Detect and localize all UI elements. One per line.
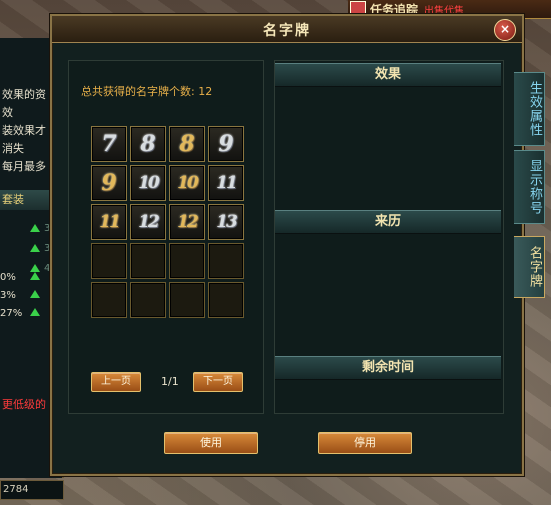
effect-section-header: 效果: [275, 63, 501, 87]
pagination: 上一页 1/1 下一页: [91, 372, 251, 392]
name-plate-slot[interactable]: 12: [130, 204, 166, 240]
name-plate-slot[interactable]: 7: [91, 126, 127, 162]
name-plate-slot[interactable]: 13: [208, 204, 244, 240]
stat-percent: 27%: [0, 308, 23, 319]
panel-text-line: 效: [2, 106, 13, 119]
name-plate-number: 9: [101, 170, 117, 196]
name-plate-slot[interactable]: 9: [208, 126, 244, 162]
window-title-bar[interactable]: 名字牌 ×: [52, 16, 522, 43]
tab-show-title[interactable]: 显示称号: [514, 150, 545, 224]
name-plate-number: 12: [138, 212, 160, 232]
plate-count-label: 总共获得的名字牌个数: 12: [81, 83, 212, 99]
name-plate-details-panel: 效果 来历 剩余时间: [274, 60, 504, 414]
increase-arrow-icon: [30, 308, 40, 316]
name-plate-collection-panel: 总共获得的名字牌个数: 12 7 8 8 9 9 10 10 11 11 12 12 13 上一页 1…: [68, 60, 264, 414]
empty-plate-slot[interactable]: [169, 243, 205, 279]
tab-active-attributes[interactable]: 生效属性: [514, 72, 545, 146]
next-page-button[interactable]: 下一页: [193, 372, 243, 392]
source-section-header: 来历: [275, 210, 501, 234]
remaining-time-section-header: 剩余时间: [275, 356, 501, 380]
increase-arrow-icon: [30, 272, 40, 280]
name-plate-number: 10: [138, 173, 160, 193]
increase-arrow-icon: [30, 264, 40, 272]
bottom-value-field: 2784: [0, 480, 64, 500]
panel-text-line: 效果的资: [2, 88, 46, 101]
empty-plate-slot[interactable]: [91, 282, 127, 318]
increase-arrow-icon: [30, 244, 40, 252]
name-plate-slot[interactable]: 8: [130, 126, 166, 162]
warning-text: 更低级的: [2, 398, 46, 411]
plate-count-value: 12: [198, 85, 213, 98]
panel-text-line: 装效果才: [2, 124, 46, 137]
close-button[interactable]: ×: [494, 19, 516, 41]
empty-plate-slot[interactable]: [169, 282, 205, 318]
stat-percent: 0%: [0, 272, 16, 283]
name-plate-number: 11: [216, 173, 238, 193]
name-plate-slot[interactable]: 12: [169, 204, 205, 240]
disable-button[interactable]: 停用: [318, 432, 412, 454]
name-plate-number: 9: [218, 131, 234, 157]
increase-arrow-icon: [30, 290, 40, 298]
prev-page-button[interactable]: 上一页: [91, 372, 141, 392]
name-plate-slot[interactable]: 11: [208, 165, 244, 201]
panel-text-line: 每月最多: [2, 160, 46, 173]
name-plate-slot[interactable]: 8: [169, 126, 205, 162]
stat-percent: 3%: [0, 290, 16, 301]
plate-count-text: 总共获得的名字牌个数:: [81, 85, 195, 98]
name-plate-slot[interactable]: 11: [91, 204, 127, 240]
name-plate-number: 8: [179, 131, 195, 157]
name-plate-slot[interactable]: 9: [91, 165, 127, 201]
name-plate-number: 8: [140, 131, 156, 157]
increase-arrow-icon: [30, 224, 40, 232]
name-plate-number: 11: [99, 212, 121, 232]
name-plate-slot[interactable]: 10: [130, 165, 166, 201]
name-plate-window: 名字牌 × 总共获得的名字牌个数: 12 7 8 8 9 9 10 10 11 11 12 12 13…: [50, 14, 524, 476]
name-plate-number: 12: [177, 212, 199, 232]
panel-text-line: 消失: [2, 142, 24, 155]
tab-name-plate[interactable]: 名字牌: [514, 236, 545, 298]
empty-plate-slot[interactable]: [130, 243, 166, 279]
empty-plate-slot[interactable]: [208, 282, 244, 318]
page-indicator: 1/1: [161, 375, 179, 388]
empty-plate-slot[interactable]: [130, 282, 166, 318]
name-plate-number: 13: [216, 212, 238, 232]
empty-plate-slot[interactable]: [91, 243, 127, 279]
name-plate-number: 7: [101, 131, 117, 157]
name-plate-slot[interactable]: 10: [169, 165, 205, 201]
name-plate-number: 10: [177, 173, 199, 193]
window-title: 名字牌: [263, 23, 311, 39]
use-button[interactable]: 使用: [164, 432, 258, 454]
empty-plate-slot[interactable]: [208, 243, 244, 279]
